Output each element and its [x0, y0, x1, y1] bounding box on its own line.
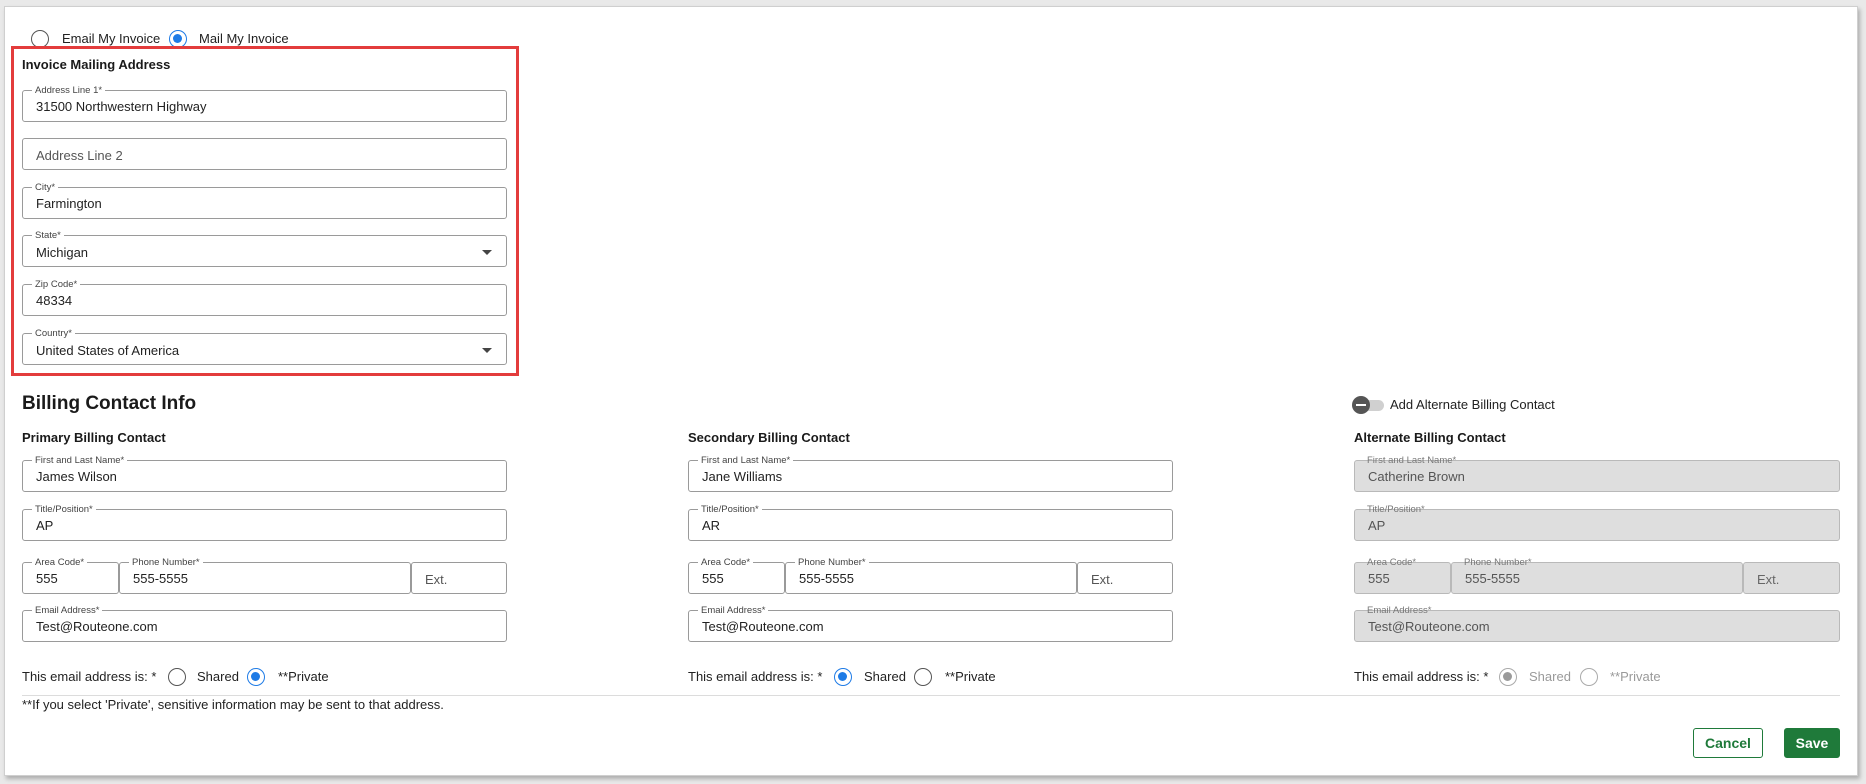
alternate-private-radio — [1580, 668, 1598, 686]
secondary-private-label[interactable]: **Private — [945, 669, 996, 684]
billing-contact-heading: Billing Contact Info — [22, 393, 197, 414]
state-value: Michigan — [36, 245, 89, 260]
address-line-2-field[interactable]: Address Line 2 — [22, 138, 507, 170]
secondary-shared-label[interactable]: Shared — [864, 669, 906, 684]
primary-ext-placeholder: Ext. — [425, 572, 448, 587]
alternate-name-field: First and Last Name* Catherine Brown — [1354, 455, 1840, 492]
secondary-name-label: First and Last Name* — [698, 455, 794, 466]
secondary-title-field[interactable]: Title/Position* AR — [688, 504, 1173, 541]
secondary-email-type-question: This email address is: * — [688, 669, 823, 684]
secondary-email-value: Test@Routeone.com — [702, 619, 824, 634]
country-label: Country* — [32, 328, 75, 339]
alternate-name-value: Catherine Brown — [1368, 469, 1465, 484]
primary-phone-field[interactable]: Phone Number* 555-5555 — [119, 557, 411, 594]
secondary-phone-value: 555-5555 — [799, 571, 854, 586]
country-select[interactable]: Country* United States of America — [22, 328, 507, 365]
primary-title-value: AP — [36, 518, 54, 533]
secondary-area-code-field[interactable]: Area Code* 555 — [688, 557, 785, 594]
alternate-ext-placeholder: Ext. — [1757, 572, 1780, 587]
alternate-email-field: Email Address* Test@Routeone.com — [1354, 605, 1840, 642]
primary-name-label: First and Last Name* — [32, 455, 128, 466]
secondary-email-field[interactable]: Email Address* Test@Routeone.com — [688, 605, 1173, 642]
alternate-shared-label: Shared — [1529, 669, 1571, 684]
zip-code-value: 48334 — [36, 293, 73, 308]
primary-contact-heading: Primary Billing Contact — [22, 430, 166, 445]
state-label: State* — [32, 230, 64, 241]
primary-title-field[interactable]: Title/Position* AP — [22, 504, 507, 541]
cancel-button[interactable]: Cancel — [1693, 728, 1763, 758]
secondary-phone-field[interactable]: Phone Number* 555-5555 — [785, 557, 1077, 594]
primary-email-value: Test@Routeone.com — [36, 619, 158, 634]
alternate-phone-label: Phone Number* — [1464, 557, 1532, 568]
primary-email-field[interactable]: Email Address* Test@Routeone.com — [22, 605, 507, 642]
primary-private-label[interactable]: **Private — [278, 669, 329, 684]
address-line-2-placeholder: Address Line 2 — [36, 148, 123, 163]
alternate-area-code-field: Area Code* 555 — [1354, 557, 1451, 594]
primary-shared-label[interactable]: Shared — [197, 669, 239, 684]
secondary-phone-label: Phone Number* — [795, 557, 869, 568]
alternate-title-label: Title/Position* — [1367, 504, 1425, 515]
secondary-name-value: Jane Williams — [702, 469, 783, 484]
primary-email-type-question: This email address is: * — [22, 669, 157, 684]
primary-email-label: Email Address* — [32, 605, 103, 616]
secondary-ext-field[interactable]: Ext. — [1077, 562, 1173, 594]
zip-code-label: Zip Code* — [32, 279, 81, 290]
city-label: City* — [32, 182, 59, 193]
secondary-shared-radio[interactable] — [834, 668, 852, 686]
address-line-1-label: Address Line 1* — [32, 85, 106, 96]
secondary-title-value: AR — [702, 518, 721, 533]
private-email-note: **If you select 'Private', sensitive inf… — [22, 697, 444, 712]
secondary-title-label: Title/Position* — [698, 504, 762, 515]
alternate-contact-toggle[interactable] — [1352, 396, 1384, 414]
alternate-contact-toggle-label[interactable]: Add Alternate Billing Contact — [1390, 397, 1555, 412]
primary-ext-field[interactable]: Ext. — [411, 562, 507, 594]
state-select[interactable]: State* Michigan — [22, 230, 507, 267]
primary-phone-label: Phone Number* — [129, 557, 203, 568]
alternate-phone-value: 555-5555 — [1465, 571, 1520, 586]
secondary-area-code-value: 555 — [702, 571, 724, 586]
mailing-address-heading: Invoice Mailing Address — [22, 57, 171, 72]
chevron-down-icon[interactable] — [482, 348, 492, 353]
primary-name-field[interactable]: First and Last Name* James Wilson — [22, 455, 507, 492]
primary-area-code-label: Area Code* — [32, 557, 88, 568]
email-invoice-label[interactable]: Email My Invoice — [62, 31, 160, 46]
alternate-email-type-question: This email address is: * — [1354, 669, 1489, 684]
alternate-area-code-value: 555 — [1368, 571, 1390, 586]
primary-phone-value: 555-5555 — [133, 571, 188, 586]
alternate-phone-field: Phone Number* 555-5555 — [1451, 557, 1743, 594]
primary-shared-radio[interactable] — [168, 668, 186, 686]
footer-divider — [22, 695, 1840, 696]
alternate-private-label: **Private — [1610, 669, 1661, 684]
city-field[interactable]: City* Farmington — [22, 182, 507, 219]
toggle-knob — [1352, 396, 1370, 414]
address-line-1-field[interactable]: Address Line 1* 31500 Northwestern Highw… — [22, 85, 507, 122]
alternate-name-label: First and Last Name* — [1367, 455, 1457, 466]
secondary-private-radio[interactable] — [914, 668, 932, 686]
alternate-shared-radio — [1499, 668, 1517, 686]
chevron-down-icon[interactable] — [482, 250, 492, 255]
alternate-area-code-label: Area Code* — [1367, 557, 1417, 568]
primary-name-value: James Wilson — [36, 469, 117, 484]
primary-private-radio[interactable] — [247, 668, 265, 686]
city-value: Farmington — [36, 196, 102, 211]
address-line-1-value: 31500 Northwestern Highway — [36, 99, 207, 114]
primary-area-code-value: 555 — [36, 571, 58, 586]
primary-area-code-field[interactable]: Area Code* 555 — [22, 557, 119, 594]
save-button[interactable]: Save — [1784, 728, 1840, 758]
secondary-contact-heading: Secondary Billing Contact — [688, 430, 850, 445]
secondary-area-code-label: Area Code* — [698, 557, 754, 568]
alternate-title-value: AP — [1368, 518, 1386, 533]
alternate-ext-field: Ext. — [1743, 562, 1840, 594]
alternate-email-value: Test@Routeone.com — [1368, 619, 1490, 634]
alternate-contact-heading: Alternate Billing Contact — [1354, 430, 1506, 445]
secondary-name-field[interactable]: First and Last Name* Jane Williams — [688, 455, 1173, 492]
zip-code-field[interactable]: Zip Code* 48334 — [22, 279, 507, 316]
country-value: United States of America — [36, 343, 180, 358]
secondary-email-label: Email Address* — [698, 605, 769, 616]
secondary-ext-placeholder: Ext. — [1091, 572, 1114, 587]
primary-title-label: Title/Position* — [32, 504, 96, 515]
alternate-title-field: Title/Position* AP — [1354, 504, 1840, 541]
alternate-email-label: Email Address* — [1367, 605, 1432, 616]
mail-invoice-label[interactable]: Mail My Invoice — [199, 31, 289, 46]
